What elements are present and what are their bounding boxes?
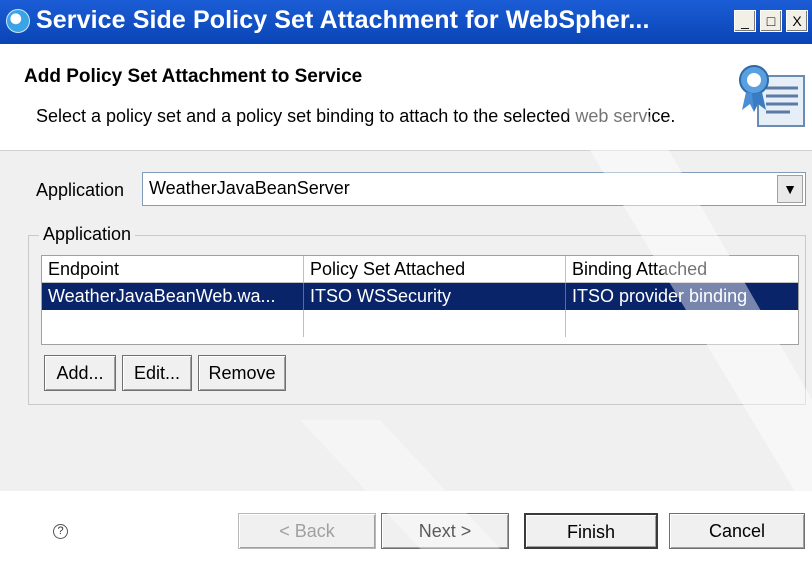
app-icon <box>6 9 30 33</box>
back-button[interactable]: < Back <box>238 513 376 549</box>
cell-binding <box>566 310 798 337</box>
attachments-table[interactable]: Endpoint Policy Set Attached Binding Att… <box>41 255 799 345</box>
application-group: Application Endpoint Policy Set Attached… <box>28 224 806 405</box>
chevron-down-icon[interactable]: ▼ <box>777 175 803 203</box>
window-title: Service Side Policy Set Attachment for W… <box>36 6 650 34</box>
column-header-binding[interactable]: Binding Attached <box>566 256 798 283</box>
minimize-button[interactable]: _ <box>734 10 756 32</box>
remove-button[interactable]: Remove <box>198 355 286 391</box>
help-icon[interactable]: ? <box>53 524 68 539</box>
edit-button[interactable]: Edit... <box>122 355 192 391</box>
table-row[interactable]: WeatherJavaBeanWeb.wa... ITSO WSSecurity… <box>42 283 798 310</box>
next-button[interactable]: Next > <box>381 513 509 549</box>
cell-policy-set: ITSO WSSecurity <box>304 283 566 310</box>
application-select-value: WeatherJavaBeanServer <box>149 178 350 198</box>
cell-endpoint <box>42 310 304 337</box>
application-label: Application <box>36 180 125 200</box>
title-bar[interactable]: Service Side Policy Set Attachment for W… <box>0 0 812 44</box>
cancel-button[interactable]: Cancel <box>669 513 805 549</box>
maximize-button[interactable]: □ <box>760 10 782 32</box>
wizard-header: Add Policy Set Attachment to Service Sel… <box>0 44 812 151</box>
cell-binding: ITSO provider binding <box>572 286 748 306</box>
column-header-policy-set[interactable]: Policy Set Attached <box>304 256 566 283</box>
application-select[interactable]: WeatherJavaBeanServer ▼ <box>142 172 806 206</box>
close-button[interactable]: X <box>786 10 808 32</box>
column-header-endpoint[interactable]: Endpoint <box>42 256 304 283</box>
group-legend: Application <box>39 224 136 245</box>
table-row[interactable] <box>42 310 798 337</box>
wizard-banner-certificate-icon <box>739 65 805 127</box>
cell-policy-set <box>304 310 566 337</box>
page-title: Add Policy Set Attachment to Service <box>24 66 363 87</box>
cell-endpoint: WeatherJavaBeanWeb.wa... <box>42 283 304 310</box>
add-button[interactable]: Add... <box>44 355 116 391</box>
page-description: Select a policy set and a policy set bin… <box>36 106 676 126</box>
finish-button[interactable]: Finish <box>524 513 658 549</box>
wizard-content: Application WeatherJavaBeanServer ▼ Appl… <box>0 151 812 491</box>
